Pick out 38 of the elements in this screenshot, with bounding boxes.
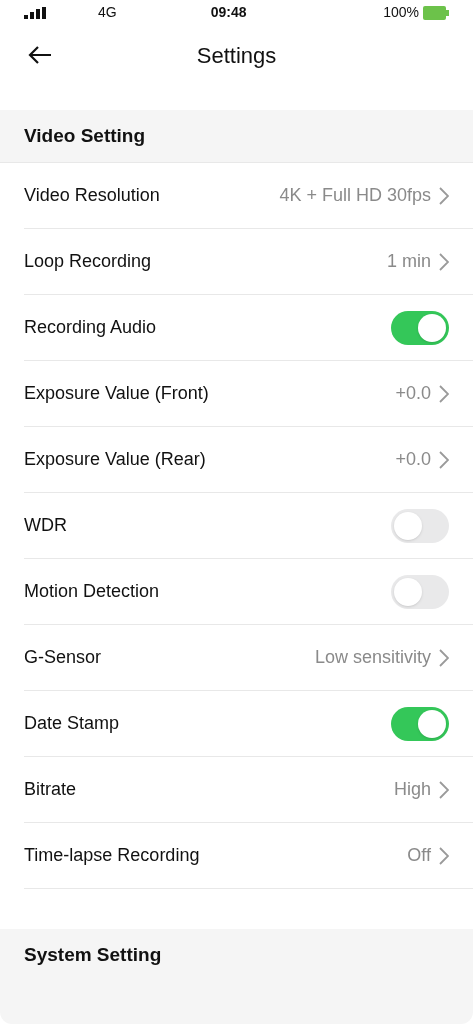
chevron-right-icon [439, 450, 449, 469]
setting-label: Exposure Value (Front) [24, 382, 209, 405]
chevron-right-icon [439, 648, 449, 667]
chevron-right-icon [439, 780, 449, 799]
setting-label: G-Sensor [24, 646, 102, 669]
page-title: Settings [196, 41, 277, 70]
chevron-right-icon [439, 846, 449, 865]
chevron-right-icon [439, 252, 449, 271]
toggle-switch[interactable] [391, 574, 449, 609]
setting-label: Time-lapse Recording [24, 844, 200, 867]
setting-value-button[interactable]: Low sensitivity [314, 644, 449, 671]
back-arrow-icon [28, 45, 52, 65]
setting-label: Video Resolution [24, 184, 160, 207]
setting-value-button[interactable]: +0.0 [395, 380, 449, 407]
setting-value-button[interactable]: +0.0 [395, 446, 449, 473]
chevron-right-icon [439, 384, 449, 403]
setting-label: Date Stamp [24, 712, 120, 735]
toggle-switch[interactable] [391, 310, 449, 345]
setting-label: Motion Detection [24, 580, 160, 603]
signal-icon [24, 6, 46, 19]
setting-label: WDR [24, 514, 67, 537]
setting-label: Bitrate [24, 778, 77, 801]
chevron-right-icon [439, 186, 449, 205]
setting-value-button[interactable]: High [393, 776, 449, 803]
toggle-switch[interactable] [391, 508, 449, 543]
setting-value-button[interactable]: 1 min [387, 248, 449, 275]
battery-percentage: 100% [383, 3, 419, 22]
setting-value-button[interactable]: Off [407, 842, 449, 869]
setting-value-button[interactable]: 4K + Full HD 30fps [279, 182, 449, 209]
setting-label: Exposure Value (Rear) [24, 448, 206, 471]
setting-label: Loop Recording [24, 250, 152, 273]
section-header: System Setting [24, 943, 163, 967]
toggle-switch[interactable] [391, 706, 449, 741]
network-label: 4G [98, 3, 117, 22]
battery-icon [423, 5, 449, 20]
setting-label: Recording Audio [24, 316, 157, 339]
section-header: Video Setting [24, 123, 146, 148]
clock: 09:48 [210, 3, 247, 22]
